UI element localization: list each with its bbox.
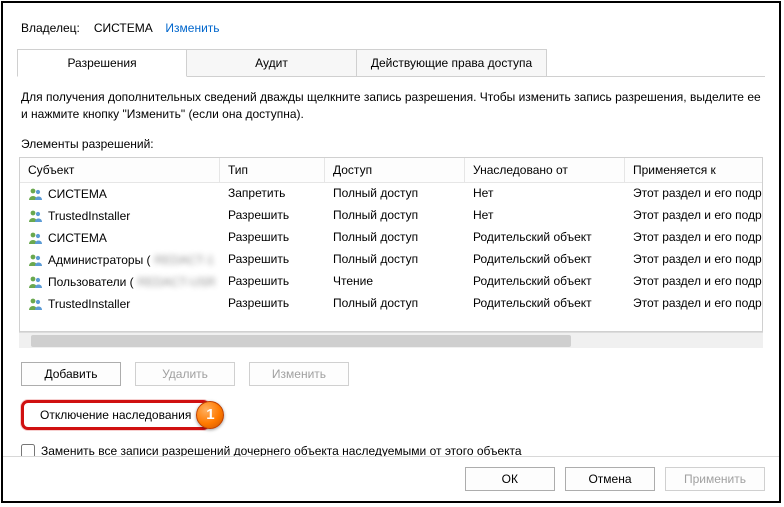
disable-inheritance-highlight: Отключение наследования 1 — [21, 400, 210, 430]
edit-button: Изменить — [249, 362, 349, 386]
col-applies[interactable]: Применяется к — [625, 158, 762, 182]
table-row[interactable]: СИСТЕМАРазрешитьПолный доступРодительски… — [20, 227, 762, 249]
ok-button[interactable]: ОК — [465, 467, 555, 491]
annotation-badge: 1 — [196, 401, 224, 429]
table-row[interactable]: TrustedInstallerРазрешитьПолный доступРо… — [20, 293, 762, 315]
grid-body: СИСТЕМАЗапретитьПолный доступНетЭтот раз… — [20, 183, 762, 331]
col-type[interactable]: Тип — [220, 158, 325, 182]
table-row[interactable]: Пользователи (REDACT-USRРазрешитьЧтениеР… — [20, 271, 762, 293]
owner-row: Владелец: СИСТЕМА Изменить — [17, 3, 765, 45]
tab-effective-access[interactable]: Действующие права доступа — [357, 49, 547, 76]
grid-header: Субъект Тип Доступ Унаследовано от Приме… — [20, 158, 762, 183]
table-row[interactable]: Администраторы (REDACT-1РазрешитьПолный … — [20, 249, 762, 271]
cancel-button[interactable]: Отмена — [565, 467, 655, 491]
col-inherited[interactable]: Унаследовано от — [465, 158, 625, 182]
replace-child-row: Заменить все записи разрешений дочернего… — [17, 430, 765, 458]
disable-inheritance-button[interactable]: Отключение наследования — [21, 400, 210, 430]
tab-audit[interactable]: Аудит — [187, 49, 357, 76]
tab-permissions[interactable]: Разрешения — [17, 49, 187, 77]
owner-label: Владелец: — [21, 21, 80, 35]
action-button-row: Добавить Удалить Изменить — [17, 348, 765, 390]
col-subject[interactable]: Субъект — [20, 158, 220, 182]
info-text: Для получения дополнительных сведений дв… — [17, 77, 765, 133]
permissions-grid: Субъект Тип Доступ Унаследовано от Приме… — [19, 157, 763, 332]
table-row[interactable]: СИСТЕМАЗапретитьПолный доступНетЭтот раз… — [20, 183, 762, 205]
security-dialog: Владелец: СИСТЕМА Изменить Разрешения Ау… — [1, 1, 781, 503]
add-button[interactable]: Добавить — [21, 362, 121, 386]
dialog-button-bar: ОК Отмена Применить — [3, 456, 779, 501]
remove-button: Удалить — [135, 362, 235, 386]
horizontal-scrollbar[interactable] — [19, 332, 763, 348]
col-access[interactable]: Доступ — [325, 158, 465, 182]
apply-button: Применить — [665, 467, 765, 491]
tab-bar: Разрешения Аудит Действующие права досту… — [17, 49, 765, 77]
elements-label: Элементы разрешений: — [17, 133, 765, 157]
owner-value: СИСТЕМА — [94, 21, 153, 35]
table-row[interactable]: TrustedInstallerРазрешитьПолный доступНе… — [20, 205, 762, 227]
change-owner-link[interactable]: Изменить — [165, 21, 219, 35]
